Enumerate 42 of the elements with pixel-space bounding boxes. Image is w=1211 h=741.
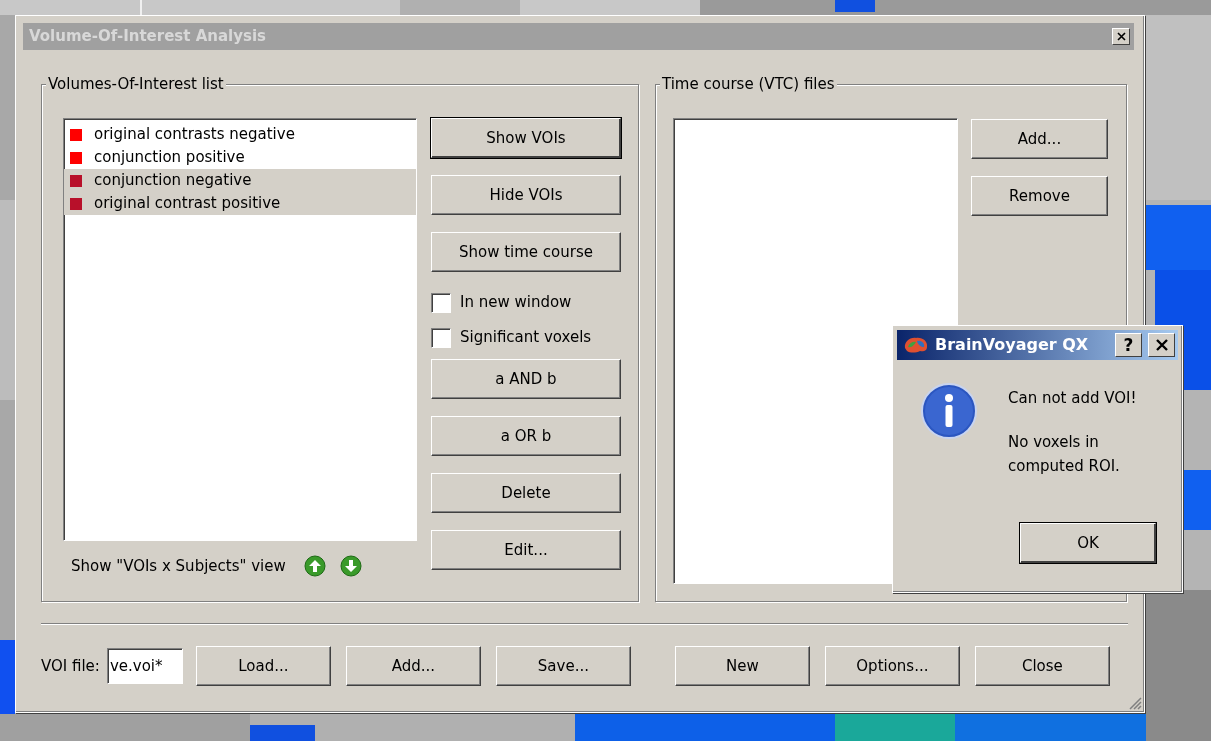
file-label: VOI file: xyxy=(41,655,100,677)
voi-name: original contrasts negative xyxy=(94,124,295,146)
info-icon xyxy=(920,382,978,440)
action-button[interactable]: a OR b xyxy=(431,416,621,456)
checkbox-label: In new window xyxy=(460,292,572,314)
voi-name: conjunction positive xyxy=(94,147,245,169)
dialog-title: BrainVoyager QX xyxy=(935,334,1090,356)
resize-grip-icon[interactable] xyxy=(1128,696,1142,710)
action-button[interactable]: Delete xyxy=(431,473,621,513)
voi-name: conjunction negative xyxy=(94,170,252,192)
action-button[interactable]: Add... xyxy=(971,119,1108,159)
action-button[interactable]: New xyxy=(674,646,810,686)
checkbox[interactable] xyxy=(431,292,451,313)
voi-list-item[interactable]: original contrast positive xyxy=(64,192,416,215)
action-button[interactable]: Edit... xyxy=(431,530,621,570)
ok-button[interactable]: OK xyxy=(1020,523,1156,563)
close-button[interactable] xyxy=(1112,28,1130,45)
action-button[interactable]: Options... xyxy=(824,646,960,686)
view-label: Show "VOIs x Subjects" view xyxy=(71,556,286,577)
close-icon xyxy=(1116,32,1126,41)
group-title: Time course (VTC) files xyxy=(660,74,837,94)
brain-icon xyxy=(903,336,929,354)
checkbox[interactable] xyxy=(431,327,451,348)
action-button[interactable]: Load... xyxy=(195,646,331,686)
voi-list-item[interactable]: conjunction positive xyxy=(64,146,416,169)
voi-file-field[interactable]: ve.voi* xyxy=(106,648,183,684)
action-button[interactable]: Save... xyxy=(495,646,631,686)
message-text: Can not add VOI! xyxy=(1008,388,1137,409)
action-button[interactable]: Close xyxy=(974,646,1110,686)
action-button[interactable]: Show time course xyxy=(431,232,621,272)
message-text: No voxels in computed ROI. xyxy=(1008,432,1121,477)
voi-list-item[interactable]: conjunction negative xyxy=(64,169,416,192)
action-button[interactable]: Hide VOIs xyxy=(431,175,621,215)
action-button[interactable]: Show VOIs xyxy=(431,118,621,158)
help-button[interactable]: ? xyxy=(1115,333,1142,357)
action-button[interactable]: a AND b xyxy=(431,359,621,399)
voi-name: original contrast positive xyxy=(94,193,281,215)
window-title: Volume-Of-Interest Analysis xyxy=(29,26,266,48)
checkbox-label: Significant voxels xyxy=(460,327,592,349)
voi-list-item[interactable]: original contrasts negative xyxy=(64,123,416,146)
action-button[interactable]: Add... xyxy=(345,646,481,686)
action-button[interactable]: Remove xyxy=(971,176,1108,216)
